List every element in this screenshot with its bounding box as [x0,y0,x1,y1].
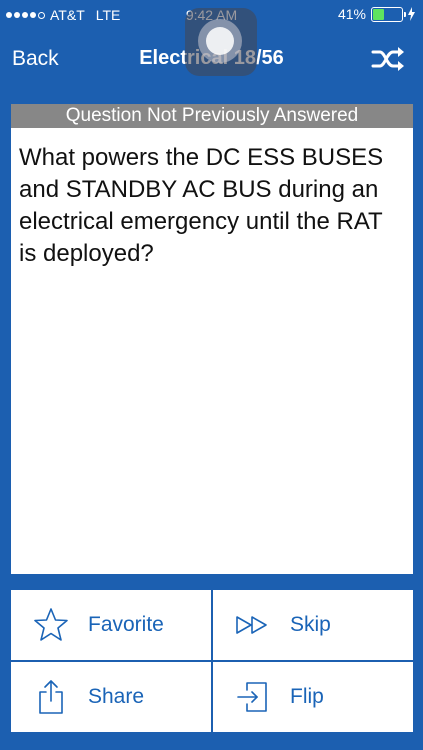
action-grid: Favorite Skip Share Flip [11,590,413,734]
share-button[interactable]: Share [11,662,211,732]
charging-bolt-icon [408,7,415,21]
question-card: Question Not Previously Answered What po… [11,104,413,574]
fast-forward-icon [236,616,267,634]
flip-button[interactable]: Flip [213,662,413,732]
favorite-label: Favorite [88,613,164,636]
skip-button[interactable]: Skip [213,590,413,660]
battery-percent: 41% [337,6,366,22]
star-icon [34,608,68,641]
assistive-touch-button[interactable] [185,8,257,76]
flip-icon [237,682,267,712]
favorite-button[interactable]: Favorite [11,590,211,660]
answer-status-header: Question Not Previously Answered [11,104,413,128]
flip-label: Flip [290,685,324,708]
battery-icon [371,6,406,22]
question-text: What powers the DC ESS BUSES and STANDBY… [19,144,384,267]
shuffle-icon[interactable] [371,46,405,72]
share-label: Share [88,685,145,708]
skip-label: Skip [290,613,331,636]
share-icon [39,680,63,714]
status-right: 41% [338,6,415,22]
